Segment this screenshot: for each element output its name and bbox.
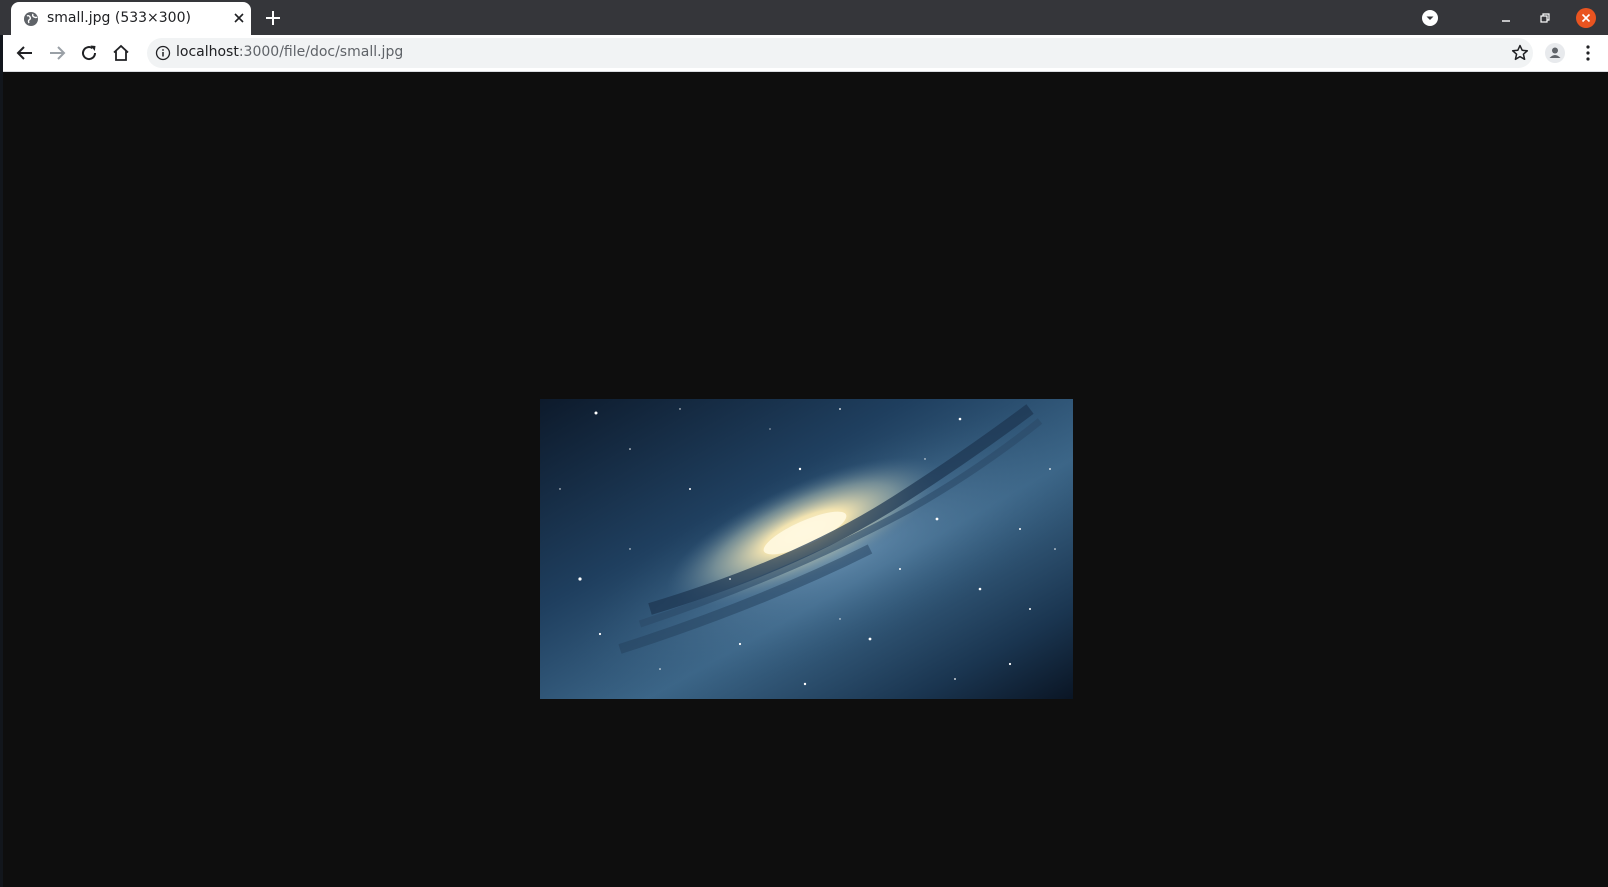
info-icon[interactable]: [155, 45, 171, 61]
star-icon[interactable]: [1510, 43, 1530, 63]
address-bar[interactable]: localhost:3000/file/doc/small.jpg: [147, 38, 1533, 68]
menu-kebab-icon[interactable]: [1577, 42, 1599, 64]
forward-arrow-icon[interactable]: [46, 42, 68, 64]
restore-icon[interactable]: [1534, 7, 1556, 29]
globe-icon: [24, 12, 38, 26]
tab-title: small.jpg (533×300): [47, 10, 191, 26]
galaxy-picture: [540, 399, 1073, 699]
galaxy-image: [540, 399, 1073, 699]
reload-icon[interactable]: [78, 42, 100, 64]
back-arrow-icon[interactable]: [14, 42, 36, 64]
url-path: :3000/file/doc/small.jpg: [238, 44, 404, 60]
close-window-icon[interactable]: [1575, 7, 1597, 29]
home-icon[interactable]: [110, 42, 132, 64]
browser-toolbar: localhost:3000/file/doc/small.jpg: [3, 35, 1608, 72]
title-bar: small.jpg (533×300): [0, 0, 1608, 35]
minimize-icon[interactable]: [1495, 7, 1517, 29]
url-host: localhost: [176, 44, 239, 60]
url-text[interactable]: localhost:3000/file/doc/small.jpg: [176, 44, 403, 60]
tab-search-icon[interactable]: [1419, 7, 1441, 29]
tab-active[interactable]: small.jpg (533×300): [11, 2, 251, 35]
browser-window: small.jpg (533×300) localhost:3000/file/…: [0, 0, 1608, 887]
plus-icon[interactable]: [262, 7, 284, 29]
image-viewer-page: [3, 72, 1608, 887]
profile-icon[interactable]: [1544, 42, 1566, 64]
close-tab-icon[interactable]: [229, 8, 249, 28]
